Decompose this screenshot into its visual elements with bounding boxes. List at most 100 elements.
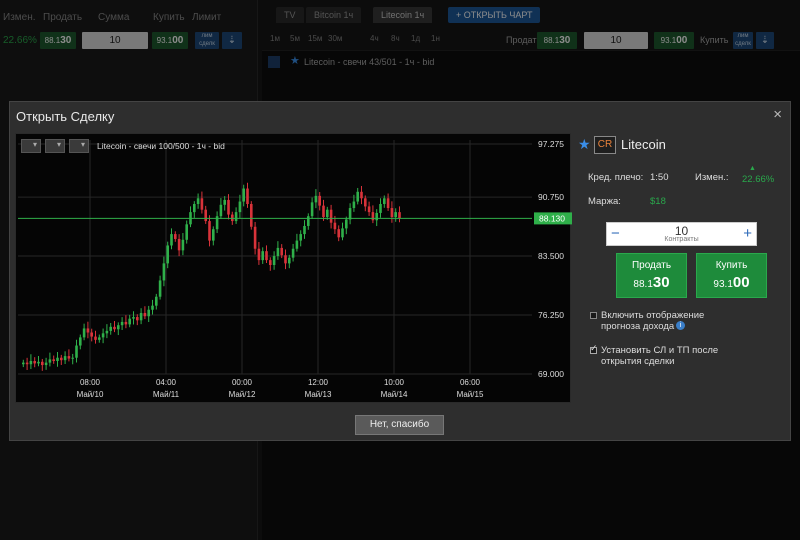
candle-body bbox=[341, 228, 344, 238]
forecast-checkbox[interactable] bbox=[590, 312, 597, 319]
candle-body bbox=[174, 234, 177, 239]
candle-body bbox=[276, 247, 280, 257]
candle-body bbox=[246, 188, 249, 204]
candle-body bbox=[101, 333, 105, 338]
candle-body bbox=[166, 245, 169, 264]
chart-drawing-button[interactable]: ▾ bbox=[69, 139, 89, 153]
candle-body bbox=[307, 216, 310, 226]
y-tick-label: 69.000 bbox=[538, 369, 564, 379]
asset-icon: CR bbox=[594, 136, 616, 154]
sell-button[interactable]: Продать 88.130 bbox=[616, 253, 687, 298]
candle-body bbox=[303, 225, 306, 235]
candle-body bbox=[398, 212, 401, 219]
dialog-title: Открыть Сделку bbox=[16, 109, 115, 124]
chevron-down-icon: ▾ bbox=[57, 140, 62, 149]
candle-body bbox=[109, 326, 112, 331]
candle-body bbox=[242, 188, 245, 202]
candle-body bbox=[158, 280, 162, 297]
y-tick-label: 76.250 bbox=[538, 310, 564, 320]
chart-indicator-button[interactable]: ▾ bbox=[45, 139, 65, 153]
candle-body bbox=[383, 198, 386, 204]
info-icon[interactable]: i bbox=[676, 321, 685, 330]
candle-body bbox=[136, 317, 139, 321]
candle-body bbox=[367, 206, 371, 213]
margin-value: $18 bbox=[650, 196, 666, 207]
sell-price: 88.130 bbox=[617, 274, 686, 291]
candle-body bbox=[200, 198, 204, 210]
candle-body bbox=[79, 337, 82, 346]
candle-body bbox=[33, 360, 36, 364]
x-tick-date-label: Май/13 bbox=[305, 390, 332, 399]
no-thanks-button[interactable]: Нет, спасибо bbox=[355, 415, 444, 435]
change-value: 22.66% bbox=[742, 174, 775, 185]
candle-body bbox=[113, 326, 116, 330]
x-tick-date-label: Май/12 bbox=[229, 390, 256, 399]
candle-body bbox=[269, 260, 272, 265]
candle-body bbox=[155, 296, 158, 306]
candle-body bbox=[272, 256, 276, 265]
candle-body bbox=[234, 212, 238, 222]
candle-body bbox=[105, 330, 109, 334]
candle-body bbox=[333, 222, 337, 230]
candle-body bbox=[318, 195, 321, 206]
candle-body bbox=[128, 318, 131, 325]
candle-body bbox=[265, 251, 268, 261]
change-label: Измен.: bbox=[695, 172, 729, 183]
leverage-value: 1:50 bbox=[650, 172, 669, 183]
candle-body bbox=[288, 257, 291, 264]
margin-label: Маржа: bbox=[588, 196, 621, 207]
candle-body bbox=[360, 191, 363, 199]
candle-body bbox=[132, 317, 135, 319]
candle-body bbox=[223, 199, 226, 205]
candle-body bbox=[37, 361, 40, 364]
candle-body bbox=[219, 204, 223, 217]
candle-body bbox=[261, 251, 264, 261]
checkmark-icon: ✓ bbox=[590, 343, 598, 353]
candle-body bbox=[177, 238, 181, 251]
sltp-option-line2: открытия сделки bbox=[601, 356, 675, 367]
x-tick-time-label: 00:00 bbox=[232, 378, 253, 387]
forecast-option-line2: прогноза дохода bbox=[601, 321, 675, 332]
candle-body bbox=[379, 203, 382, 213]
candle-body bbox=[329, 209, 333, 223]
candlestick-chart: 69.000 76.250 83.500 90.750 97.275 08:00 Май/1… bbox=[15, 133, 572, 403]
candle-body bbox=[52, 359, 55, 361]
buy-price-big: 00 bbox=[732, 274, 750, 291]
chart-svg: 69.000 76.250 83.500 90.750 97.275 08:00 Май/1… bbox=[18, 139, 572, 399]
quantity-stepper[interactable]: − 10 Контракты + bbox=[606, 222, 757, 246]
candle-body bbox=[25, 362, 29, 365]
x-tick-time-label: 10:00 bbox=[384, 378, 405, 387]
favorite-star-icon[interactable]: ★ bbox=[578, 136, 591, 153]
chart-caption: Litecoin - свечи 100/500 - 1ч - bid bbox=[97, 141, 225, 151]
sltp-checkbox[interactable]: ✓ bbox=[590, 343, 598, 354]
buy-button[interactable]: Купить 93.100 bbox=[696, 253, 767, 298]
candle-body bbox=[348, 208, 352, 220]
candle-body bbox=[257, 248, 261, 261]
chart-type-button[interactable]: ▾ bbox=[21, 139, 41, 153]
x-tick-date-label: Май/10 bbox=[77, 390, 104, 399]
candle-body bbox=[117, 325, 120, 330]
candle-body bbox=[48, 359, 52, 363]
plus-button[interactable]: + bbox=[743, 225, 752, 242]
candle-body bbox=[139, 312, 143, 321]
candle-body bbox=[86, 328, 90, 333]
candle-body bbox=[124, 321, 128, 325]
candle-body bbox=[299, 234, 302, 241]
candle-body bbox=[250, 203, 253, 227]
candle-body bbox=[375, 212, 378, 221]
sltp-option-line1: Установить СЛ и ТП после bbox=[601, 345, 719, 356]
candle-body bbox=[120, 321, 124, 326]
candle-body bbox=[310, 202, 314, 217]
asset-name: Litecoin bbox=[621, 137, 666, 152]
candle-body bbox=[147, 309, 150, 317]
x-tick-date-label: Май/11 bbox=[153, 390, 180, 399]
candle-body bbox=[345, 219, 348, 229]
x-tick-time-label: 04:00 bbox=[156, 378, 177, 387]
candle-body bbox=[41, 361, 44, 366]
close-icon[interactable]: × bbox=[773, 106, 782, 123]
candle-body bbox=[231, 214, 234, 222]
candle-body bbox=[181, 239, 185, 251]
candle-body bbox=[284, 255, 287, 264]
buy-label: Купить bbox=[715, 260, 748, 271]
candle-body bbox=[356, 191, 359, 202]
